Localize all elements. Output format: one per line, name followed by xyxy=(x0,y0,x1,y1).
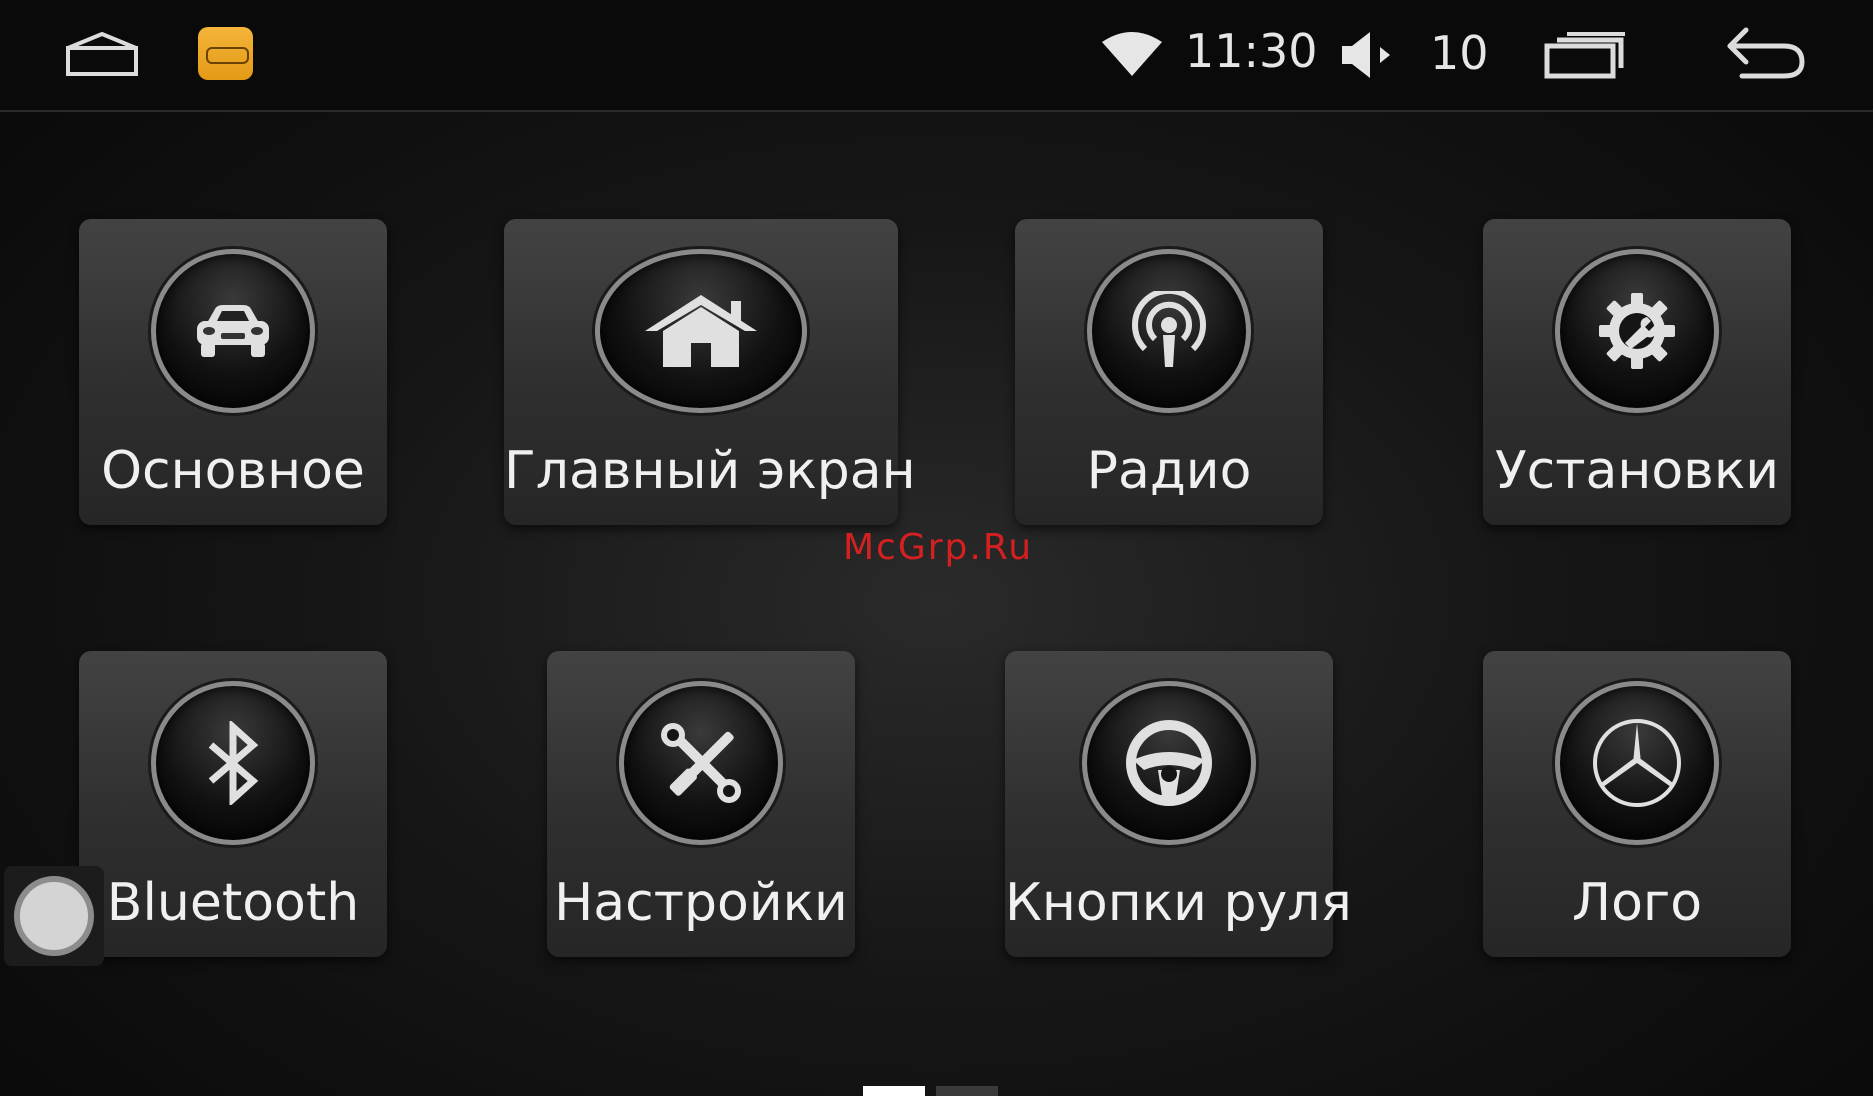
page-indicator-2[interactable] xyxy=(936,1086,998,1096)
tile-knopki-rulya[interactable]: Кнопки руля xyxy=(1005,651,1352,957)
bluetooth-icon xyxy=(151,681,315,845)
watermark-text: McGrp.Ru xyxy=(843,527,1034,568)
tile-label: Bluetooth xyxy=(106,873,360,933)
tile-glavnyi-ekran[interactable]: Главный экран xyxy=(504,219,916,525)
tile-ustanovki[interactable]: Установки xyxy=(1483,219,1791,525)
steering-wheel-icon xyxy=(1082,681,1256,845)
tile-label: Главный экран xyxy=(504,441,916,501)
tile-nastroiki[interactable]: Настройки xyxy=(547,651,855,957)
status-bar: 11:30 10 xyxy=(0,0,1873,112)
gear-wrench-icon xyxy=(1555,249,1719,413)
tile-label: Радио xyxy=(1086,441,1252,501)
tile-bluetooth[interactable]: Bluetooth xyxy=(79,651,387,957)
floating-assistive-button[interactable] xyxy=(4,866,104,966)
mercedes-star-icon xyxy=(1555,681,1719,845)
assistive-dot-icon xyxy=(14,876,94,956)
volume-icon[interactable] xyxy=(1340,30,1396,80)
tile-label: Настройки xyxy=(554,873,848,933)
launcher-screen: 11:30 10 Основное Главный экран Радио Ус… xyxy=(0,0,1873,1096)
car-app-icon[interactable] xyxy=(198,27,253,80)
wifi-icon xyxy=(1100,30,1164,78)
tile-osnovnoe[interactable]: Основное xyxy=(79,219,387,525)
tile-label: Лого xyxy=(1571,873,1703,933)
tile-label: Кнопки руля xyxy=(1005,873,1352,933)
recent-apps-icon[interactable] xyxy=(1543,30,1625,80)
tile-radio[interactable]: Радио xyxy=(1015,219,1323,525)
volume-level: 10 xyxy=(1430,26,1489,80)
radio-broadcast-icon xyxy=(1087,249,1251,413)
wrench-screwdriver-icon xyxy=(619,681,783,845)
tile-logo[interactable]: Лого xyxy=(1483,651,1791,957)
tile-label: Основное xyxy=(101,441,365,501)
car-icon xyxy=(151,249,315,413)
back-icon[interactable] xyxy=(1722,26,1808,82)
house-icon xyxy=(595,249,807,413)
clock: 11:30 xyxy=(1185,24,1318,78)
tile-label: Установки xyxy=(1494,441,1780,501)
home-icon[interactable] xyxy=(62,30,142,80)
page-indicator-1[interactable] xyxy=(863,1086,925,1096)
